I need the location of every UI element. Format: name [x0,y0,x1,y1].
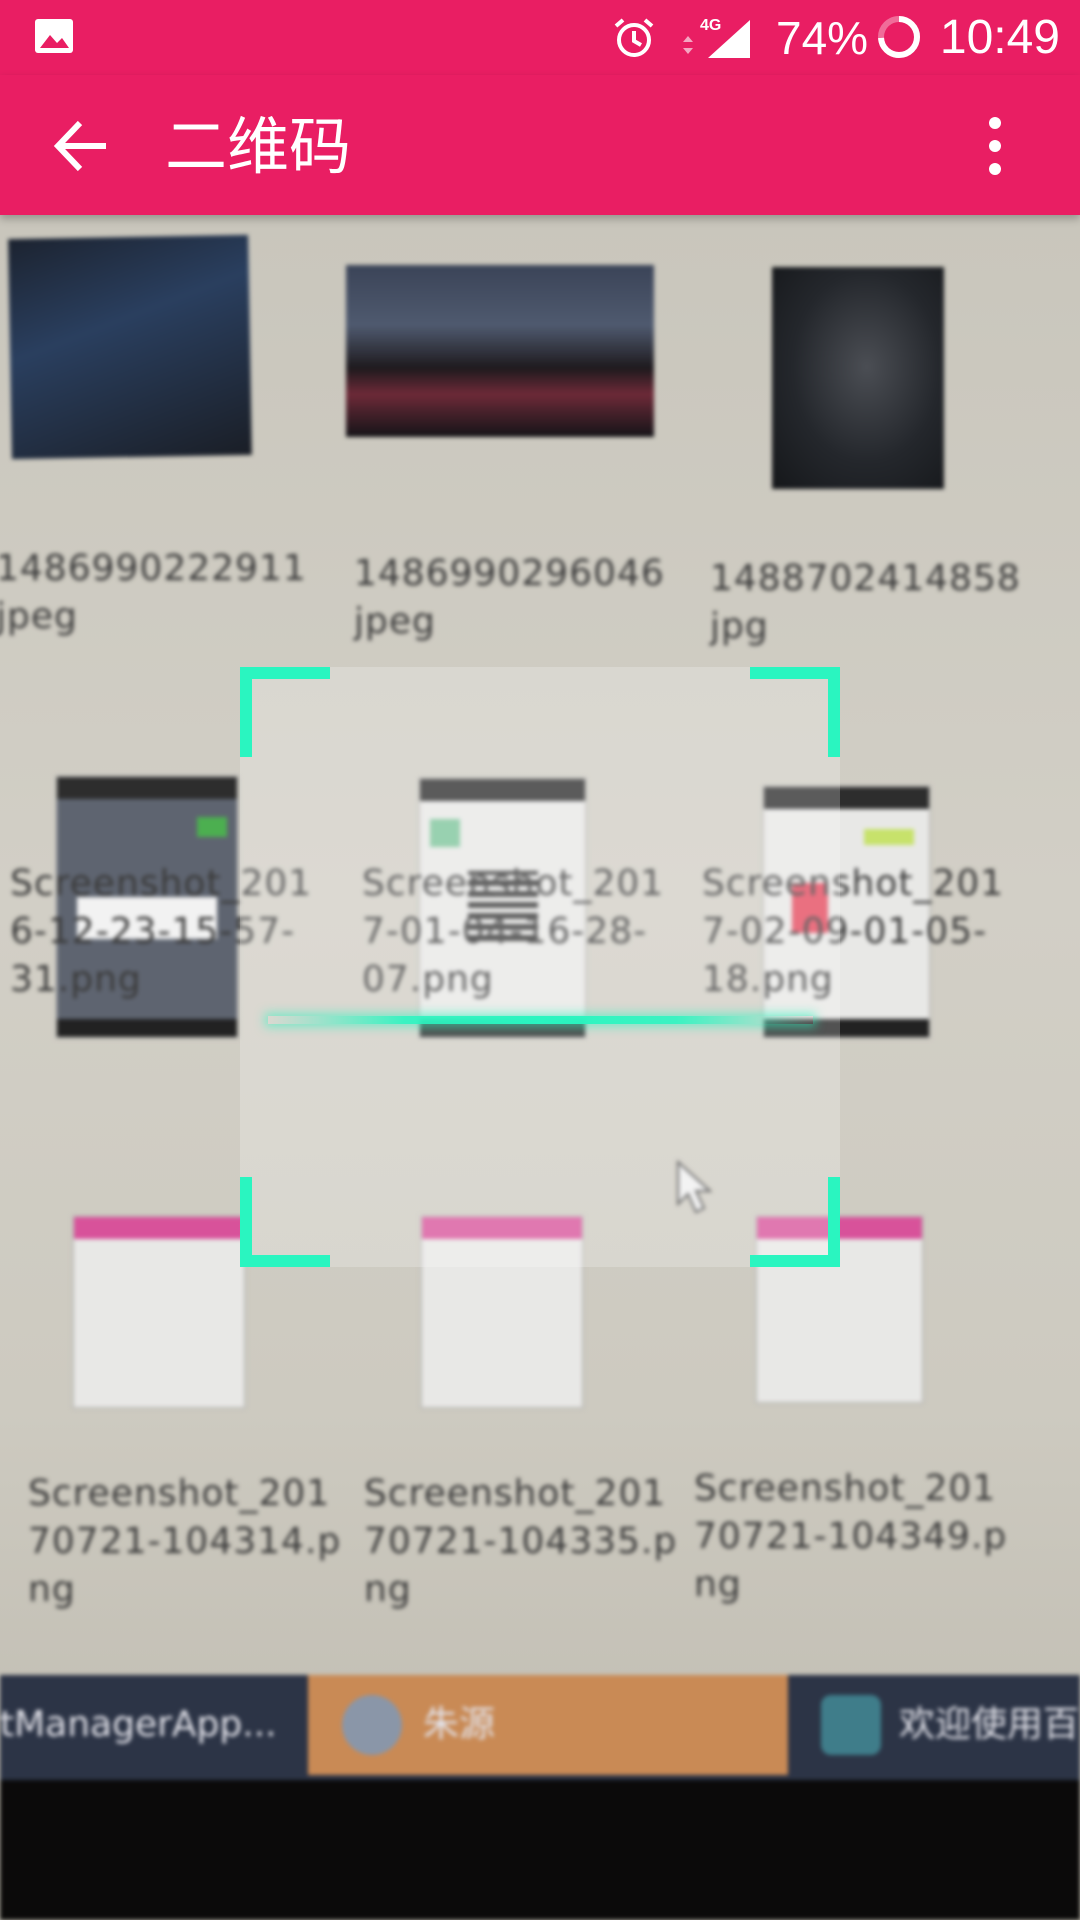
file-name-line: jpg [710,606,769,647]
scan-line [268,1016,813,1024]
file-name: 1486990222911 jpeg [0,545,307,641]
alarm-icon [614,18,654,57]
file-name-line: jpeg [0,596,78,637]
gallery-icon [35,19,73,53]
signal-icon: 4G [683,17,750,58]
file-name: Screenshot_201 70721-104349.p ng [694,1465,1007,1609]
network-type: 4G [700,17,721,34]
taskbar-item-label: tManagerApp... [0,1704,277,1745]
file-name: 1488702414858 jpg [710,555,1021,651]
viewfinder-corner-icon [750,667,840,757]
file-name: 1486990296046 jpeg [354,550,665,646]
app-bar: 二维码 [0,75,1080,215]
taskbar-item: 朱源 [308,1675,788,1775]
viewfinder-corner-icon [240,1177,330,1267]
file-name-line: 1486990222911 [0,548,307,589]
file-name-line: ng [694,1564,742,1605]
taskbar-item-label: 朱源 [423,1704,496,1745]
file-name-line: Screenshot_201 [694,1468,997,1509]
page-title: 二维码 [165,110,352,183]
scan-viewfinder [240,667,840,1267]
taskbar-item: 欢迎使用百 [795,1675,1080,1775]
file-name-line: 70721-104349.p [694,1516,1008,1557]
taskbar-item-label: 欢迎使用百 [899,1704,1080,1745]
avatar [342,1695,402,1755]
file-name: Screenshot_201 70721-104314.p ng [28,1470,341,1614]
file-name-line: ng [364,1569,412,1610]
file-name-line: jpeg [354,601,436,642]
file-name-line: 1488702414858 [710,558,1021,599]
file-name-line: ng [28,1569,76,1610]
viewfinder-corner-icon [750,1177,840,1267]
photo-thumbnail [8,234,252,460]
status-bar: 4G 74% 10:49 [0,0,1080,75]
file-name-line: 70721-104314.p [28,1521,342,1562]
clock: 10:49 [939,11,1060,64]
taskbar-item: tManagerApp... [0,1675,300,1775]
camera-preview: 1486990222911 jpeg 1486990296046 jpeg 14… [0,215,1080,1920]
overflow-menu-icon[interactable] [975,113,1015,179]
viewfinder-corner-icon [240,667,330,757]
photo-thumbnail [772,267,944,489]
cloud-icon [821,1695,881,1755]
photo-thumbnail [346,265,654,437]
battery-ring-icon [878,16,920,58]
battery-percent: 74% [776,12,869,64]
file-name-line: 70721-104335.p [364,1521,678,1562]
file-name-line: Screenshot_201 [364,1473,667,1514]
back-arrow-icon[interactable] [50,115,112,177]
screenshot-thumbnail [72,1215,246,1409]
photographed-taskbar: tManagerApp... 朱源 欢迎使用百 [0,1675,1080,1790]
file-name: Screenshot_201 70721-104335.p ng [364,1470,677,1614]
file-name-line: 1486990296046 [354,553,665,594]
monitor-bezel [0,1780,1080,1920]
file-name-line: Screenshot_201 [28,1473,331,1514]
